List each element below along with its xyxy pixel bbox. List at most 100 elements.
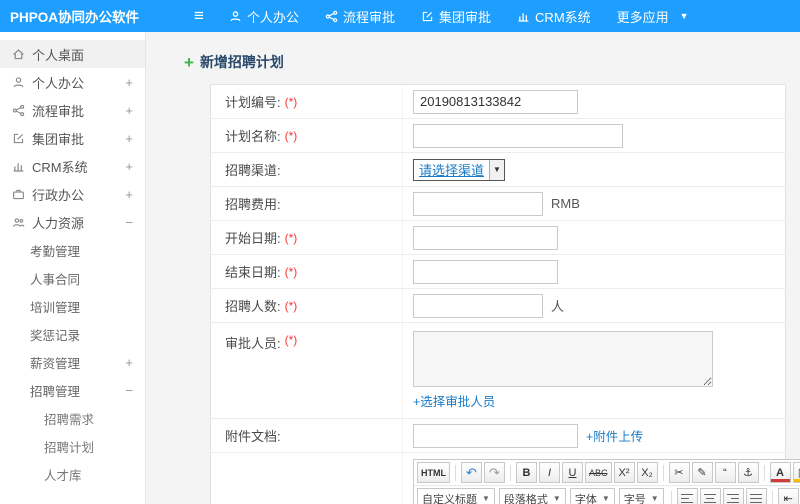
page-title-text: 新增招聘计划: [199, 54, 284, 70]
sidebar-item-recruit-demand[interactable]: 招聘需求: [0, 404, 145, 432]
sidebar-item-label: 招聘需求: [44, 412, 95, 427]
expand-toggle-icon[interactable]: +: [125, 103, 133, 118]
subscript-button[interactable]: X₂: [636, 462, 658, 483]
sidebar-item-personal-desktop[interactable]: 个人桌面: [0, 40, 145, 68]
nav-more-apps[interactable]: 更多应用: [604, 0, 702, 32]
sidebar-item-label: 流程审批: [32, 103, 85, 119]
field-label: 审批人员:: [225, 336, 281, 351]
nav-group-approval[interactable]: 集团审批: [408, 0, 504, 32]
form-row-plan-name: 计划名称: (*): [211, 119, 785, 153]
required-mark: (*): [284, 94, 298, 109]
align-left-button[interactable]: [676, 488, 698, 504]
toolbar-separator: [662, 464, 664, 481]
sidebar-item-label: 个人桌面: [32, 47, 85, 63]
heading-select[interactable]: 自定义标题: [417, 488, 495, 504]
toolbar-separator: [455, 464, 456, 481]
sidebar-item-label: 行政办公: [32, 187, 85, 203]
undo-button[interactable]: ↶: [461, 462, 482, 483]
sidebar-item-group-approval[interactable]: 集团审批 +: [0, 124, 145, 152]
paragraph-select[interactable]: 段落格式: [498, 488, 566, 504]
field-label: 计划编号:: [225, 95, 281, 110]
nav-personal-office[interactable]: 个人办公: [216, 0, 312, 32]
sidebar-item-admin-office[interactable]: 行政办公 +: [0, 180, 145, 208]
outdent-button[interactable]: ⇤: [777, 488, 799, 504]
font-size-select[interactable]: 字号: [618, 488, 664, 504]
fee-input[interactable]: [413, 191, 543, 216]
sidebar-item-label: 人才库: [44, 468, 82, 483]
toolbar-separator: [771, 490, 773, 504]
approvers-textarea[interactable]: [413, 331, 713, 387]
sidebar-item-label: 奖惩记录: [30, 328, 81, 343]
form-row-fee: 招聘费用: RMB: [211, 187, 785, 221]
align-right-button[interactable]: [722, 488, 744, 504]
redo-button[interactable]: ↷: [484, 462, 505, 483]
sidebar-item-recruit-mgmt[interactable]: 招聘管理 −: [0, 376, 145, 404]
italic-button[interactable]: I: [539, 462, 560, 483]
required-mark: (*): [284, 230, 298, 245]
heading-select-value: 自定义标题: [422, 493, 477, 504]
form-row-plan-no: 计划编号: (*): [211, 85, 785, 119]
rich-text-editor: HTML ↶ ↷ B I U ABC X² X₂ ✂ ✎ “ ⚓ A 自定义标题…: [413, 459, 800, 504]
sidebar-item-salary[interactable]: 薪资管理 +: [0, 348, 145, 376]
blockquote-button[interactable]: “: [714, 462, 736, 483]
highlight-color-button[interactable]: ▣: [792, 462, 800, 483]
nav-process-approval[interactable]: 流程审批: [312, 0, 408, 32]
plan-name-input[interactable]: [413, 123, 623, 148]
align-justify-icon: [750, 493, 763, 504]
anchor-button[interactable]: ⚓: [737, 462, 759, 483]
start-date-input[interactable]: [413, 225, 558, 250]
caret-down-icon: [680, 11, 689, 21]
add-icon: [184, 54, 194, 71]
expand-toggle-icon[interactable]: +: [125, 355, 133, 370]
headcount-input[interactable]: [413, 293, 543, 318]
format-brush-button[interactable]: ✎: [691, 462, 713, 483]
sidebar-item-attendance[interactable]: 考勤管理: [0, 236, 145, 264]
attachment-upload-link[interactable]: +附件上传: [586, 426, 643, 445]
end-date-input[interactable]: [413, 259, 558, 284]
sidebar-item-hr-contract[interactable]: 人事合同: [0, 264, 145, 292]
sidebar-item-crm-system[interactable]: CRM系统 +: [0, 152, 145, 180]
attachment-input[interactable]: [413, 423, 578, 448]
sidebar-item-rewards[interactable]: 奖惩记录: [0, 320, 145, 348]
nav-label: 集团审批: [439, 9, 492, 25]
sidebar-item-personal-office[interactable]: 个人办公 +: [0, 68, 145, 96]
sidebar-item-label: 人力资源: [32, 215, 85, 231]
plan-no-input[interactable]: [413, 89, 578, 114]
field-label: 招聘费用:: [225, 197, 281, 212]
collapse-toggle-icon[interactable]: −: [125, 383, 133, 398]
channel-select[interactable]: 请选择渠道: [413, 158, 506, 181]
sidebar-item-label: 薪资管理: [30, 356, 81, 371]
sidebar-item-training[interactable]: 培训管理: [0, 292, 145, 320]
chevron-down-icon: [482, 494, 490, 503]
expand-toggle-icon[interactable]: +: [125, 159, 133, 174]
underline-button[interactable]: U: [562, 462, 583, 483]
font-family-select[interactable]: 字体: [569, 488, 615, 504]
form-row-approvers: 审批人员: (*) +选择审批人员: [211, 323, 785, 419]
toolbar-separator: [763, 464, 765, 481]
align-justify-button[interactable]: [745, 488, 767, 504]
sidebar-item-process-approval[interactable]: 流程审批 +: [0, 96, 145, 124]
sidebar-item-recruit-plan[interactable]: 招聘计划: [0, 432, 145, 460]
expand-toggle-icon[interactable]: +: [125, 75, 133, 90]
expand-toggle-icon[interactable]: +: [125, 187, 133, 202]
bold-button[interactable]: B: [516, 462, 537, 483]
cut-button[interactable]: ✂: [668, 462, 690, 483]
sidebar-item-talent-pool[interactable]: 人才库: [0, 460, 145, 488]
hamburger-menu-icon[interactable]: [182, 6, 216, 26]
superscript-button[interactable]: X²: [613, 462, 635, 483]
collapse-toggle-icon[interactable]: −: [125, 215, 133, 230]
edit-icon: [421, 10, 434, 23]
field-label: 结束日期:: [225, 265, 281, 280]
html-source-button[interactable]: HTML: [417, 462, 450, 483]
nav-crm-system[interactable]: CRM系统: [504, 0, 604, 32]
required-mark: (*): [284, 333, 298, 347]
sidebar-item-human-resources[interactable]: 人力资源 −: [0, 208, 145, 236]
strikethrough-button[interactable]: ABC: [585, 462, 612, 483]
expand-toggle-icon[interactable]: +: [125, 131, 133, 146]
align-center-button[interactable]: [699, 488, 721, 504]
sidebar-item-label: 集团审批: [32, 131, 85, 147]
choose-approvers-link[interactable]: +选择审批人员: [413, 391, 495, 410]
briefcase-icon: [12, 188, 25, 201]
font-color-button[interactable]: A: [769, 462, 791, 483]
chevron-down-icon: [651, 494, 659, 503]
